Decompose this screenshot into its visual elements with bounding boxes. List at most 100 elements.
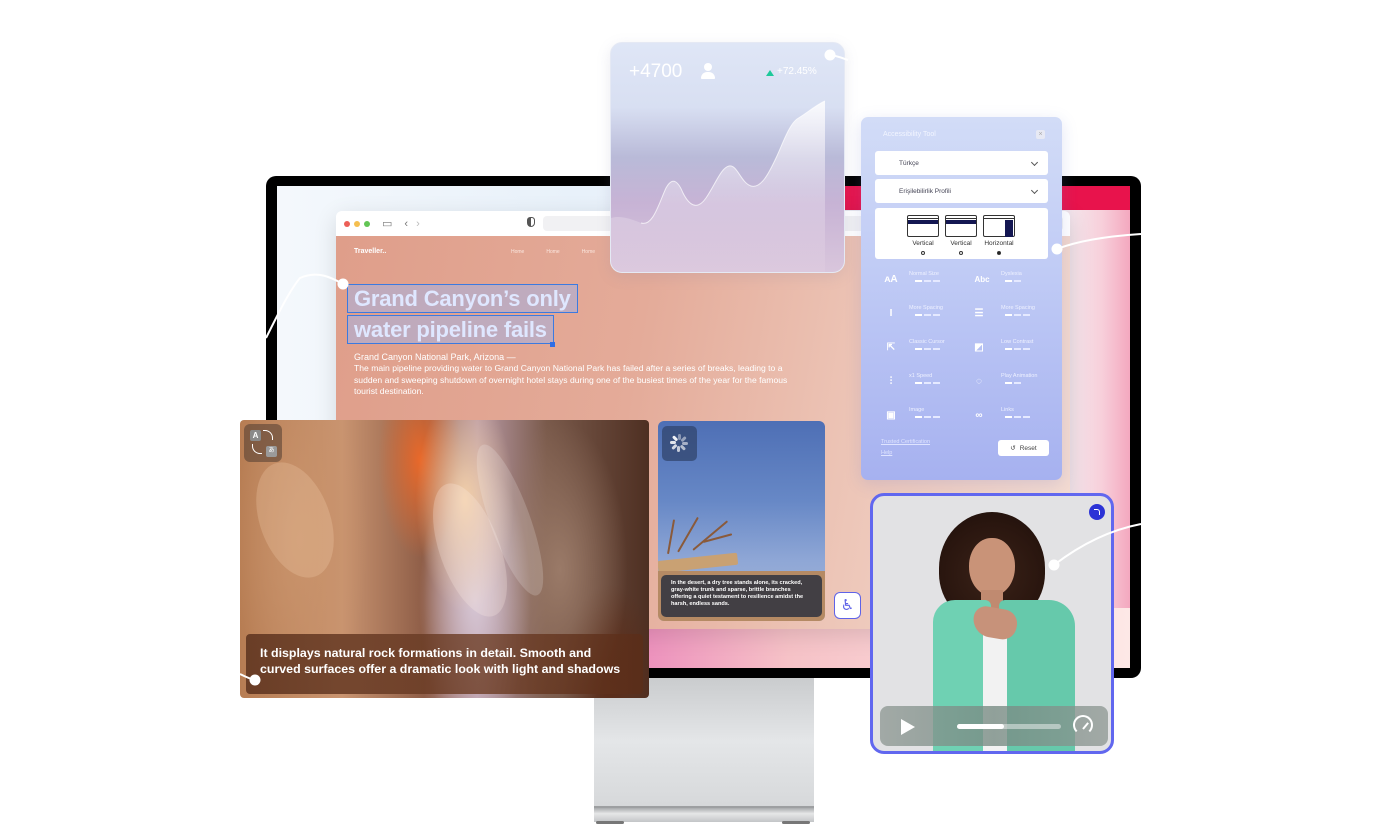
feature-level-indicator — [1005, 280, 1021, 282]
image-icon: ▣ — [886, 410, 896, 421]
stage: ▭ ‹ › Traveller.. Home Home Home Grand C… — [0, 0, 1386, 827]
letter-spacing-icon: I — [889, 308, 893, 319]
feature-label: Classic Cursor — [909, 339, 945, 345]
profile-select[interactable]: Erişilebilirlik Profili — [875, 179, 1048, 203]
feature-toggle[interactable]: ◩ Low Contrast — [971, 339, 1061, 361]
sign-language-video[interactable] — [870, 493, 1114, 754]
feature-label: Normal Size — [909, 271, 939, 277]
feature-label: Dyslexia — [1001, 271, 1022, 277]
feature-label: More Spacing — [909, 305, 943, 311]
language-select-value: Türkçe — [899, 159, 919, 167]
layout-radio[interactable] — [997, 251, 1001, 255]
feature-toggle[interactable]: ᴀA Normal Size — [883, 271, 973, 293]
image-caption: It displays natural rock formations in d… — [246, 634, 643, 694]
feature-level-indicator — [915, 382, 940, 384]
reset-button[interactable]: ↺ Reset — [998, 440, 1049, 456]
trusted-certification-link[interactable]: Trusted Certification — [881, 439, 930, 445]
layout-radio[interactable] — [959, 251, 963, 255]
layout-options: Vertical Vertical Horizontal — [875, 208, 1048, 259]
translate-icon[interactable]: A あ — [244, 424, 282, 462]
rock-highlight — [241, 451, 349, 589]
tree-trunk — [658, 552, 739, 573]
line-spacing-icon: ☰ — [974, 308, 984, 319]
loader-spoke — [670, 441, 676, 444]
feature-level-indicator — [1005, 382, 1021, 384]
feature-level-indicator — [915, 416, 940, 418]
video-controls — [880, 706, 1108, 746]
loader-spoke — [682, 442, 688, 445]
user-icon — [701, 63, 715, 79]
feature-toggle[interactable]: I More Spacing — [883, 305, 973, 327]
back-icon[interactable]: ‹ — [404, 218, 408, 230]
headline-line[interactable]: Grand Canyon’s only — [347, 284, 578, 313]
headline-selection[interactable]: Grand Canyon’s only water pipeline fails — [347, 284, 578, 344]
stats-change: +72.45% — [777, 66, 817, 77]
feature-label: Play Animation — [1001, 373, 1038, 379]
site-nav: Home Home Home — [511, 249, 595, 255]
feature-level-indicator — [915, 348, 940, 350]
loading-icon[interactable] — [662, 426, 697, 461]
feature-toggle[interactable]: ▣ Image — [883, 407, 973, 429]
layout-label: Horizontal — [984, 240, 1014, 247]
feature-toggle[interactable]: Abc Dyslexia — [971, 271, 1061, 293]
feature-level-indicator — [915, 280, 940, 282]
panel-title: Accessibility Tool — [883, 131, 936, 138]
nav-link[interactable]: Home — [582, 249, 595, 255]
stand-foot-pad — [596, 821, 624, 824]
play-icon[interactable] — [901, 719, 915, 735]
chevron-down-icon — [1030, 186, 1039, 195]
sidebar-toggle-icon[interactable]: ▭ — [382, 217, 392, 230]
feature-toggle[interactable]: ☰ More Spacing — [971, 305, 1061, 327]
article-body: The main pipeline providing water to Gra… — [354, 363, 788, 396]
canyon-image-card: A あ It displays natural rock formations … — [240, 420, 649, 698]
expand-icon[interactable] — [1089, 504, 1105, 520]
feature-label: Links — [1001, 407, 1014, 413]
caption-text: It displays natural rock formations in d… — [260, 646, 621, 676]
forward-icon[interactable]: › — [416, 218, 420, 230]
close-icon[interactable]: × — [1036, 130, 1045, 139]
animation-icon: ◌ — [976, 376, 982, 387]
feature-label: x1 Speed — [909, 373, 933, 379]
reset-icon: ↺ — [1010, 445, 1016, 452]
layout-label: Vertical — [950, 240, 972, 247]
feature-toggle[interactable]: ◌ Play Animation — [971, 373, 1061, 395]
maximize-window-button[interactable] — [364, 220, 370, 227]
privacy-shield-icon[interactable] — [527, 217, 535, 227]
layout-option-vertical-1[interactable] — [907, 215, 939, 237]
trend-up-icon — [766, 70, 774, 76]
layout-option-vertical-2[interactable] — [945, 215, 977, 237]
text-size-icon: ᴀA — [884, 274, 898, 285]
feature-level-indicator — [1005, 416, 1030, 418]
close-window-button[interactable] — [344, 220, 350, 227]
link-icon: ∞ — [975, 410, 983, 421]
feature-level-indicator — [915, 314, 940, 316]
headline-line[interactable]: water pipeline fails — [347, 315, 554, 344]
feature-toggle[interactable]: ⇱ Classic Cursor — [883, 339, 973, 361]
contrast-icon: ◩ — [974, 342, 984, 353]
stand-foot-pad — [782, 821, 810, 824]
feature-level-indicator — [1005, 314, 1030, 316]
monitor-stand-foot — [594, 806, 814, 822]
minimize-window-button[interactable] — [354, 220, 360, 227]
layout-radio[interactable] — [921, 251, 925, 255]
feature-level-indicator — [1005, 348, 1030, 350]
selection-handle[interactable] — [550, 342, 555, 347]
layout-option-horizontal[interactable] — [983, 215, 1015, 237]
accessibility-icon[interactable]: ♿︎ — [834, 592, 861, 619]
tree-image-card: In the desert, a dry tree stands alone, … — [658, 421, 825, 621]
nav-link[interactable]: Home — [511, 249, 524, 255]
feature-toggle[interactable]: ⫶ x1 Speed — [883, 373, 973, 395]
help-link[interactable]: Help — [881, 450, 930, 456]
site-logo[interactable]: Traveller.. — [354, 248, 386, 255]
video-progress[interactable] — [957, 724, 1061, 729]
video-person-face — [969, 538, 1015, 596]
cursor-icon: ⇱ — [886, 342, 896, 353]
tree-branch — [667, 519, 676, 555]
playback-speed-icon[interactable] — [1073, 715, 1093, 735]
feature-label: More Spacing — [1001, 305, 1035, 311]
feature-label: Low Contrast — [1001, 339, 1034, 345]
article-dateline: Grand Canyon National Park, Arizona — — [354, 352, 516, 362]
language-select[interactable]: Türkçe — [875, 151, 1048, 175]
feature-toggle[interactable]: ∞ Links — [971, 407, 1061, 429]
nav-link[interactable]: Home — [546, 249, 559, 255]
